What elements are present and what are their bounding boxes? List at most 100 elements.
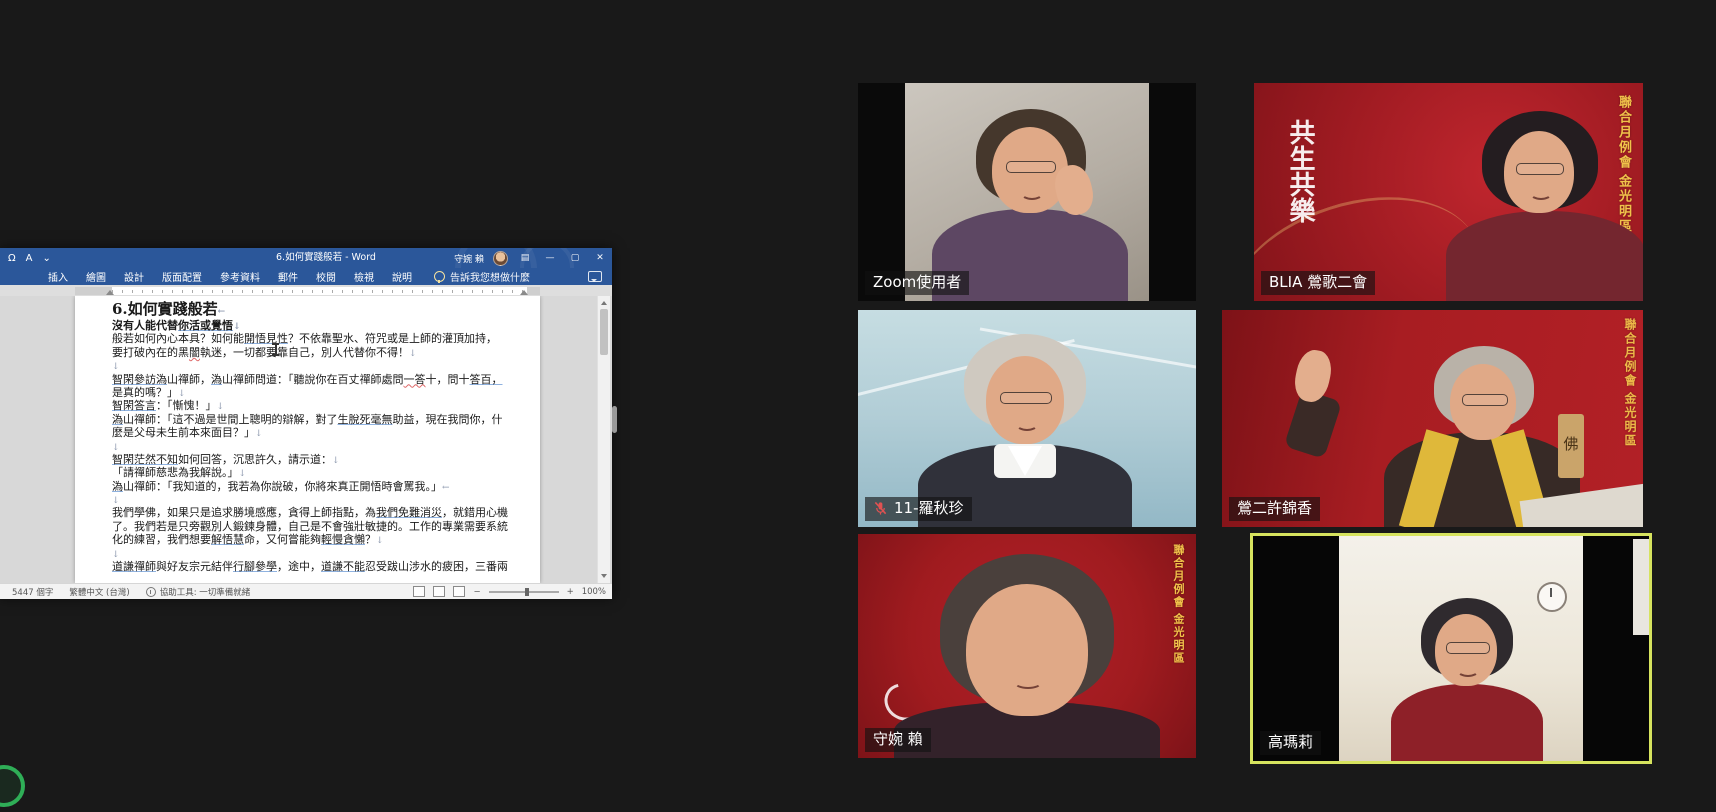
window-splitter-handle[interactable] (612, 406, 617, 433)
doc-text-run: 忍受跋山涉水的疲困，三番兩 (365, 560, 508, 573)
doc-line: 智閑答言：「慚愧！」↓ (112, 399, 528, 412)
doc-text-run: 溈 (112, 413, 123, 426)
paragraph-mark: ↓ (255, 429, 263, 439)
video-tile-t2[interactable]: 共生共樂 聯合月例會金光明區 BLIA 鶯歌二會 (1254, 83, 1643, 301)
indent-marker-right[interactable] (520, 286, 528, 295)
doc-text-run: 我們學佛，如果只是追求勝境感應，貪得上師指點，為 (112, 506, 376, 519)
participant-name: 高瑪莉 (1268, 733, 1313, 752)
tell-me-box[interactable]: 告訴我您想做什麼 (434, 269, 530, 284)
doc-line: ↓ (112, 440, 528, 453)
participant-video (858, 83, 1196, 301)
doc-text-run: 行腳參學 (233, 560, 277, 573)
zoom-slider[interactable] (489, 591, 559, 593)
doc-text-run: 開悟見性 (244, 332, 288, 345)
document-text: 6.如何實踐般若←沒有人能代替你活或覺悟 ↓ 般若如何內心本具？如何能開悟見性？不依… (112, 299, 528, 573)
doc-text-run: ，就錯用心機 (442, 506, 508, 519)
doc-line: 化的練習，我們想要解悟慧命，又何嘗能夠輕慢貪懶？↓ (112, 533, 528, 546)
language-status[interactable]: 繁體中文 (台灣) (69, 586, 129, 598)
doc-text-run: 道謙禪師 (112, 560, 156, 573)
ribbon-tab-1[interactable]: 插入 (48, 269, 68, 284)
participant-name-label: BLIA 鶯歌二會 (1261, 271, 1375, 295)
ribbon-display-options-button[interactable]: ▤ (517, 253, 533, 263)
qat-icon[interactable]: A (26, 253, 33, 264)
doc-text-run: 一答 (404, 373, 426, 386)
minimize-button[interactable]: — (542, 253, 558, 263)
document-page[interactable]: 6.如何實踐般若←沒有人能代替你活或覺悟 ↓ 般若如何內心本具？如何能開悟見性？不依… (75, 296, 540, 583)
video-tile-t3[interactable]: 11-羅秋珍 (858, 310, 1196, 527)
doc-text-run: 6.如何實踐般若 (112, 300, 218, 318)
scrollbar-thumb[interactable] (600, 309, 608, 355)
participant-video: 共生共樂 聯合月例會金光明區 (1254, 83, 1643, 301)
read-mode-button[interactable] (413, 586, 425, 597)
word-titlebar[interactable]: ΩA⌄ 6.如何實踐般若 - Word 守婉 賴 ▤ — ▢ ✕ (0, 248, 612, 268)
accessibility-status[interactable]: 協助工具: 一切準備就緒 (146, 586, 251, 598)
zoom-out-button[interactable]: − (473, 587, 480, 597)
doc-line: 道謙禪師與好友宗元結伴行腳參學，途中，道謙不能忍受跋山涉水的疲困，三番兩 (112, 560, 528, 573)
doc-text-run: 執迷，一切都要靠自己，別人代替你不得！ (200, 346, 409, 359)
doc-line: 「請禪師慈悲為我解說。」↓ (112, 466, 528, 479)
web-layout-button[interactable] (453, 586, 465, 597)
doc-text-run: 沒有人能代替 (112, 319, 178, 332)
video-tile-t4[interactable]: 聯合月例會金光明區佛鶯二許錦香 (1222, 310, 1643, 527)
calligraphy-text: 共生共樂 (1282, 119, 1319, 229)
word-count[interactable]: 5447 個字 (12, 586, 53, 598)
print-layout-button[interactable] (433, 586, 445, 597)
green-corner-widget[interactable] (0, 765, 25, 807)
doc-text-run: 智閑答言 (112, 399, 156, 412)
event-banner-text: 聯合月例會金光明區 (1619, 318, 1639, 448)
scroll-up-arrow[interactable] (598, 296, 610, 307)
doc-text-run: ：「慚愧！」 (156, 399, 217, 412)
ribbon-tab-3[interactable]: 設計 (124, 269, 144, 284)
indent-marker-left[interactable] (106, 286, 114, 295)
participant-name-label: Zoom使用者 (865, 271, 969, 295)
maximize-button[interactable]: ▢ (567, 253, 583, 263)
participant-video (858, 310, 1196, 527)
participant-name: 11-羅秋珍 (894, 499, 964, 518)
word-window: ΩA⌄ 6.如何實踐般若 - Word 守婉 賴 ▤ — ▢ ✕ 插入 繪圖 設計 版… (0, 248, 612, 598)
zoom-in-button[interactable]: + (567, 587, 574, 597)
participant-name: Zoom使用者 (873, 273, 961, 292)
ibeam-cursor (271, 343, 280, 356)
zoom-slider-thumb[interactable] (525, 588, 529, 596)
ribbon-tab-7[interactable]: 校閱 (316, 269, 336, 284)
event-banner-text: 聯合月例會金光明區 (1611, 95, 1633, 234)
paragraph-mark: ↓ (112, 443, 120, 453)
doc-text-run: 溈 (112, 480, 123, 493)
desktop: ΩA⌄ 6.如何實踐般若 - Word 守婉 賴 ▤ — ▢ ✕ 插入 繪圖 設計 版… (0, 0, 1716, 812)
paragraph-mark: ↓ (217, 402, 225, 412)
scroll-down-arrow[interactable] (598, 572, 610, 583)
comment-icon[interactable] (588, 271, 602, 282)
doc-text-run: 般若如何內心本具？如何能 (112, 332, 244, 345)
ribbon-tab-9[interactable]: 說明 (392, 269, 412, 284)
paragraph-mark: ↓ (112, 550, 120, 560)
vertical-scrollbar[interactable] (597, 296, 610, 583)
participant-name: BLIA 鶯歌二會 (1269, 273, 1367, 292)
doc-text-run: 「請禪師慈悲為我解說。」 (112, 466, 239, 479)
qat-icon[interactable]: Ω (8, 253, 16, 264)
zoom-percentage[interactable]: 100% (582, 587, 606, 597)
ribbon-tab-6[interactable]: 郵件 (278, 269, 298, 284)
video-tile-t5[interactable]: 聯合月例會金光明區守婉 賴 (858, 534, 1196, 758)
doc-line: 麼是父母未生前本來面目？」↓ (112, 426, 528, 439)
doc-text-run: 與好友宗元結伴 (156, 560, 233, 573)
ribbon-tab-8[interactable]: 檢視 (354, 269, 374, 284)
video-tile-t6[interactable]: 高瑪莉 (1250, 533, 1652, 764)
participant-name: 守婉 賴 (873, 730, 923, 749)
doc-text-run: 智閑茫然不知 (112, 453, 178, 466)
doc-text-run: ，途中， (277, 560, 321, 573)
doc-text-run: 山禪師：「我知道的，我若為你說破，你將來真正開悟時會罵我。」 (123, 480, 442, 493)
user-account-name[interactable]: 守婉 賴 (454, 252, 484, 265)
doc-text-run: 你活或覺悟 (178, 319, 233, 332)
video-tile-t1[interactable]: Zoom使用者 (858, 83, 1196, 301)
doc-line: 智閑參訪溈山禪師，溈山禪師問道：「聽說你在百丈禪師處問一答十，問十答百， (112, 373, 528, 386)
ribbon-tab-4[interactable]: 版面配置 (162, 269, 202, 284)
doc-line: 6.如何實踐般若← (112, 299, 528, 319)
doc-line: 智閑茫然不知如何回答，沉思許久，請示道：↓ (112, 453, 528, 466)
paragraph-mark: ↓ (178, 389, 186, 399)
ribbon-tab-5[interactable]: 參考資料 (220, 269, 260, 284)
ribbon-tab-2[interactable]: 繪圖 (86, 269, 106, 284)
close-button[interactable]: ✕ (592, 253, 608, 263)
user-avatar[interactable] (493, 251, 508, 266)
doc-line: 般若如何內心本具？如何能開悟見性？不依靠聖水、符咒或是上師的灌頂加持， (112, 332, 528, 345)
paragraph-mark: ↓ (376, 536, 384, 546)
